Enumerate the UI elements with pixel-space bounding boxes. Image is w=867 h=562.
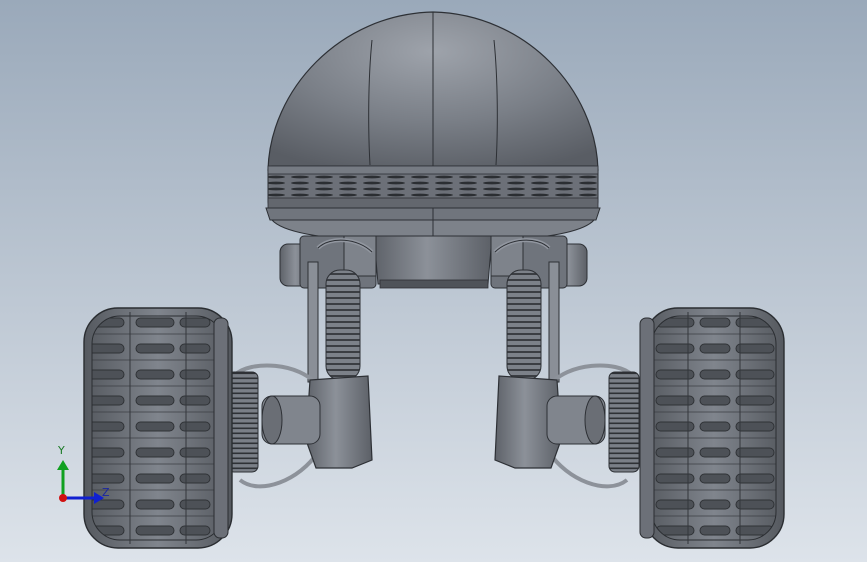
rover-wheel-assembly-model[interactable] (0, 0, 867, 562)
left-wheel[interactable] (83, 307, 233, 549)
z-axis-label: Z (102, 486, 110, 499)
cad-graphics-viewport[interactable]: Y Z (0, 0, 867, 562)
x-axis-origin (59, 494, 67, 502)
coordinate-triad-icon: Y Z (57, 444, 110, 504)
right-wheel[interactable] (639, 307, 785, 549)
y-axis-label: Y (57, 444, 65, 457)
y-axis-arrow (57, 460, 69, 470)
